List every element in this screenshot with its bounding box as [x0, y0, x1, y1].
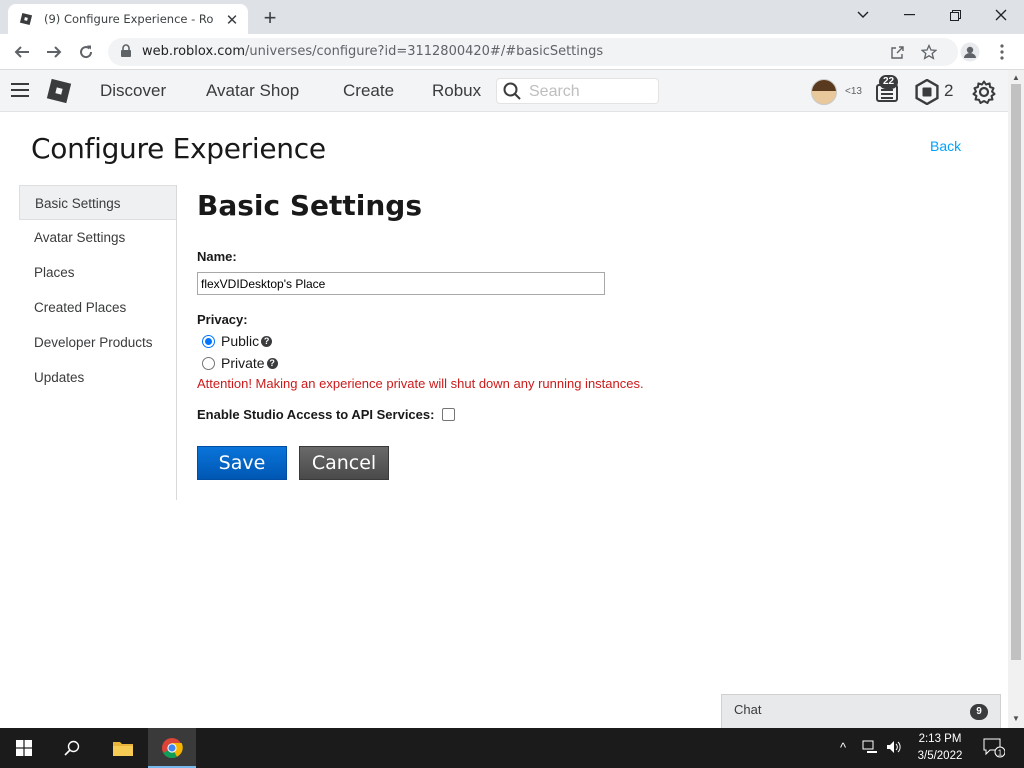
sidebar-item-places[interactable]: Places — [19, 255, 176, 290]
private-radio[interactable] — [202, 356, 215, 370]
age-bracket-label: <13 — [845, 86, 862, 97]
network-icon[interactable] — [862, 740, 878, 757]
scroll-up-icon[interactable]: ▲ — [1012, 73, 1020, 82]
page-scrollbar[interactable]: ▲ ▼ — [1008, 70, 1024, 728]
privacy-label: Privacy: — [197, 312, 248, 327]
scroll-down-icon[interactable]: ▼ — [1012, 714, 1020, 723]
search-placeholder: Search — [529, 83, 580, 100]
api-access-row: Enable Studio Access to API Services: — [197, 407, 456, 422]
system-clock[interactable]: 2:13 PM 3/5/2022 — [910, 731, 970, 765]
hamburger-menu-icon[interactable] — [11, 83, 29, 97]
public-radio[interactable] — [202, 334, 215, 348]
save-button[interactable]: Save — [197, 446, 287, 480]
reload-icon[interactable] — [74, 40, 98, 64]
private-label: Private — [221, 355, 265, 371]
clock-time: 2:13 PM — [918, 733, 962, 745]
file-explorer-icon[interactable] — [110, 728, 136, 768]
url-text: web.roblox.com/universes/configure?id=31… — [142, 44, 604, 59]
restore-icon[interactable] — [932, 0, 978, 30]
bookmark-star-icon[interactable] — [920, 43, 938, 61]
nav-robux[interactable]: Robux — [432, 81, 481, 101]
back-arrow-icon[interactable] — [10, 40, 34, 64]
sidebar-item-basic-settings[interactable]: Basic Settings — [19, 185, 176, 220]
search-icon — [503, 82, 521, 105]
sidebar-item-developer-products[interactable]: Developer Products — [19, 325, 176, 360]
show-hidden-icons-icon[interactable]: ^ — [840, 740, 846, 755]
chrome-taskbar-button[interactable] — [148, 728, 196, 768]
close-window-icon[interactable] — [978, 0, 1024, 30]
robux-balance[interactable]: 2 — [944, 81, 953, 101]
name-label: Name: — [197, 249, 237, 264]
tab-search-icon[interactable] — [840, 0, 886, 30]
volume-icon[interactable] — [886, 740, 902, 757]
chat-label: Chat — [734, 702, 762, 717]
settings-gear-icon[interactable] — [972, 78, 996, 106]
clock-date: 3/5/2022 — [917, 750, 963, 762]
name-input[interactable] — [197, 272, 605, 295]
share-icon[interactable] — [888, 43, 906, 61]
api-access-label: Enable Studio Access to API Services: — [197, 407, 435, 422]
browser-toolbar: web.roblox.com/universes/configure?id=31… — [0, 34, 1024, 70]
avatar[interactable] — [811, 79, 837, 105]
roblox-header: Discover Avatar Shop Create Robux Search… — [0, 70, 1008, 112]
nav-create[interactable]: Create — [343, 81, 394, 101]
lock-icon[interactable] — [120, 44, 132, 63]
roblox-logo-icon[interactable] — [46, 78, 72, 104]
configure-page: Configure Experience Back Basic Settings… — [0, 112, 1008, 728]
page-title: Configure Experience — [31, 132, 326, 165]
new-tab-icon[interactable]: + — [258, 5, 282, 31]
robux-icon[interactable] — [914, 78, 940, 106]
scroll-thumb[interactable] — [1011, 84, 1021, 660]
privacy-private-option[interactable]: Private ? — [202, 355, 278, 371]
search-input[interactable]: Search — [496, 78, 659, 104]
chat-widget[interactable]: Chat 9 — [721, 694, 1001, 728]
settings-sidebar: Basic Settings Avatar Settings Places Cr… — [19, 185, 177, 500]
nav-avatar-shop[interactable]: Avatar Shop — [206, 81, 299, 101]
menu-kebab-icon[interactable] — [990, 40, 1014, 64]
browser-tab[interactable]: (9) Configure Experience - Roblox ✕ — [8, 4, 248, 34]
roblox-favicon-icon — [18, 11, 34, 27]
public-label: Public — [221, 333, 260, 349]
action-center-icon[interactable]: 1 — [982, 728, 1006, 768]
chrome-icon — [160, 728, 184, 768]
section-title: Basic Settings — [197, 189, 423, 222]
windows-start-icon[interactable] — [12, 728, 36, 768]
privacy-public-option[interactable]: Public ? — [202, 333, 273, 349]
tab-title: (9) Configure Experience - Roblox — [44, 12, 214, 26]
chat-unread-badge: 9 — [970, 704, 988, 720]
api-access-checkbox[interactable] — [442, 408, 456, 421]
tab-close-icon[interactable]: ✕ — [224, 11, 240, 29]
windows-taskbar: ^ 2:13 PM 3/5/2022 1 — [0, 728, 1024, 768]
browser-tab-strip: (9) Configure Experience - Roblox ✕ + — [0, 0, 1024, 34]
basic-settings-form: Basic Settings Name: Privacy: Public ? P… — [197, 185, 977, 480]
sidebar-item-updates[interactable]: Updates — [19, 360, 176, 395]
address-bar[interactable]: web.roblox.com/universes/configure?id=31… — [108, 38, 958, 66]
action-center-count: 1 — [998, 749, 1003, 758]
help-icon[interactable]: ? — [266, 357, 278, 369]
privacy-warning: Attention! Making an experience private … — [197, 376, 644, 391]
back-link[interactable]: Back — [930, 138, 961, 154]
search-icon[interactable] — [60, 728, 84, 768]
minimize-icon[interactable] — [886, 0, 932, 30]
help-icon[interactable]: ? — [261, 335, 273, 347]
forward-arrow-icon[interactable] — [42, 40, 66, 64]
sidebar-item-created-places[interactable]: Created Places — [19, 290, 176, 325]
cancel-button[interactable]: Cancel — [299, 446, 389, 480]
profile-icon[interactable] — [958, 40, 982, 64]
sidebar-item-avatar-settings[interactable]: Avatar Settings — [19, 220, 176, 255]
nav-discover[interactable]: Discover — [100, 81, 166, 101]
notification-badge: 22 — [879, 75, 899, 89]
